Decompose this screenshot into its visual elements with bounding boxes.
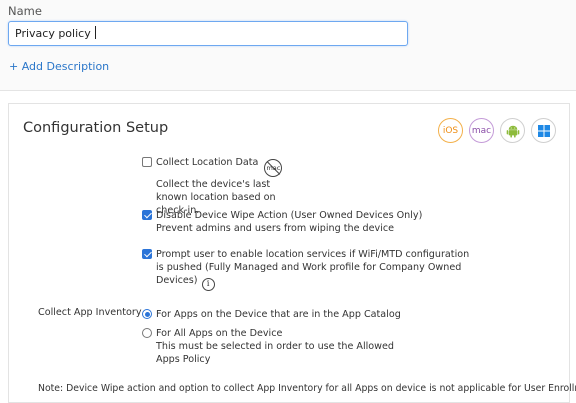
text-caret bbox=[94, 26, 96, 39]
inventory-catalog-radio[interactable] bbox=[142, 309, 152, 319]
inventory-all-text: For All Apps on the Device This must be … bbox=[156, 327, 394, 366]
prompt-location-title: Prompt user to enable location services … bbox=[156, 249, 470, 260]
android-robot-glyph bbox=[506, 125, 519, 138]
android-icon[interactable] bbox=[500, 118, 525, 143]
card-title: Configuration Setup bbox=[23, 120, 169, 136]
prompt-location-desc-2: Devices) bbox=[156, 275, 198, 286]
ios-label: iOS bbox=[442, 125, 459, 136]
inventory-all-desc-2: Apps Policy bbox=[156, 354, 211, 365]
enrollment-note: Note: Device Wipe action and option to c… bbox=[38, 383, 576, 394]
inventory-all-radio[interactable] bbox=[142, 328, 152, 338]
inventory-all-desc-1: This must be selected in order to use th… bbox=[156, 341, 395, 352]
inventory-all-title: For All Apps on the Device bbox=[156, 328, 283, 339]
disable-wipe-desc: Prevent admins and users from wiping the… bbox=[156, 223, 395, 234]
mac-not-supported-icon: mac bbox=[264, 159, 283, 177]
mac-label: mac bbox=[471, 125, 492, 136]
prompt-location-text: Prompt user to enable location services … bbox=[156, 248, 469, 291]
prompt-location-checkbox[interactable] bbox=[142, 249, 152, 259]
section-divider bbox=[0, 90, 576, 91]
disable-wipe-title: Disable Device Wipe Action (User Owned D… bbox=[156, 210, 423, 221]
name-input[interactable]: Privacy policy bbox=[8, 21, 408, 46]
mac-icon[interactable]: mac bbox=[469, 118, 494, 143]
configuration-setup-card: Configuration Setup iOS mac Collect Loca… bbox=[8, 103, 576, 403]
add-description-link[interactable]: + Add Description bbox=[9, 60, 109, 73]
disable-wipe-text: Disable Device Wipe Action (User Owned D… bbox=[156, 209, 422, 235]
collect-location-title: Collect Location Data bbox=[156, 157, 259, 168]
name-input-value: Privacy policy bbox=[15, 27, 91, 40]
collect-location-text: Collect Location Data mac Collect the dev… bbox=[156, 156, 283, 217]
windows-logo-glyph bbox=[537, 124, 550, 137]
collect-location-checkbox[interactable] bbox=[142, 157, 152, 167]
name-label: Name bbox=[8, 4, 42, 18]
windows-icon[interactable] bbox=[531, 118, 556, 143]
name-section: Name Privacy policy + Add Description bbox=[0, 0, 576, 90]
app-inventory-label: Collect App Inventory bbox=[38, 307, 142, 318]
prompt-location-desc-1: is pushed (Fully Managed and Work profil… bbox=[156, 262, 462, 273]
ios-icon[interactable]: iOS bbox=[438, 118, 463, 143]
disable-wipe-checkbox[interactable] bbox=[142, 210, 152, 220]
collect-location-desc-1: Collect the device's last known location… bbox=[156, 179, 276, 203]
info-icon[interactable]: i bbox=[201, 278, 215, 291]
inventory-catalog-label: For Apps on the Device that are in the A… bbox=[156, 309, 401, 320]
